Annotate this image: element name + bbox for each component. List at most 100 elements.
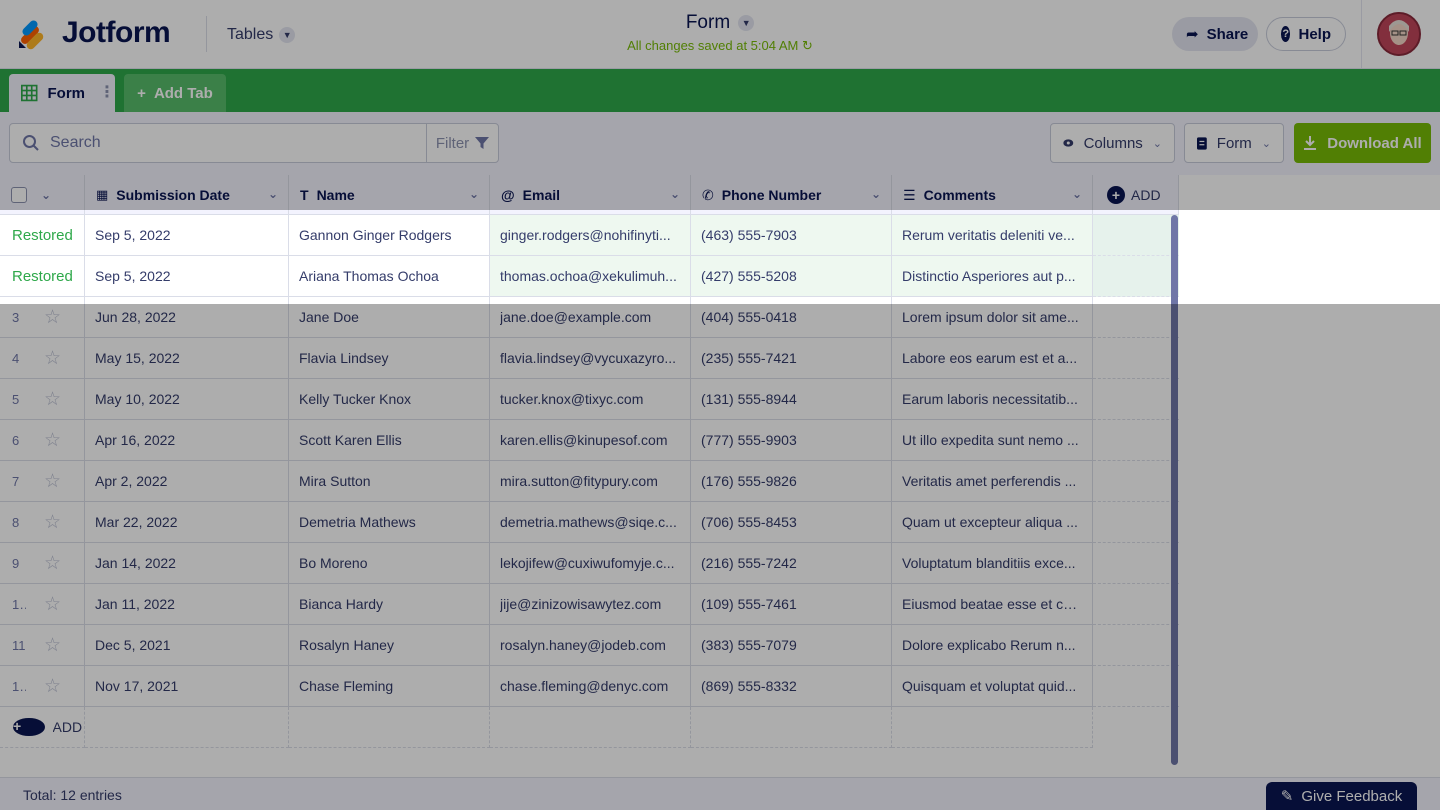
star-icon[interactable]: ☆ xyxy=(44,511,61,534)
column-header-phone[interactable]: ✆ Phone Number ⌄ xyxy=(691,175,892,215)
tab-options-icon[interactable]: ⋮ xyxy=(99,85,115,101)
star-icon[interactable]: ☆ xyxy=(44,634,61,657)
cell-submission-date[interactable]: Sep 5, 2022 xyxy=(85,215,289,256)
form-button[interactable]: Form ⌄ xyxy=(1184,123,1284,163)
cell-name[interactable]: Jane Doe xyxy=(289,297,490,338)
table-row[interactable]: 6 ☆ Apr 16, 2022 Scott Karen Ellis karen.ell… xyxy=(0,420,1179,461)
cell-comments[interactable]: Quisquam et voluptat quid... xyxy=(892,666,1093,707)
star-icon[interactable]: ☆ xyxy=(44,306,61,329)
cell-name[interactable]: Scott Karen Ellis xyxy=(289,420,490,461)
cell-comments[interactable]: Distinctio Asperiores aut p... xyxy=(892,256,1093,297)
cell-phone[interactable]: (176) 555-9826 xyxy=(691,461,892,502)
cell-email[interactable]: rosalyn.haney@jodeb.com xyxy=(490,625,691,666)
table-row[interactable]: 10 ☆ Jan 11, 2022 Bianca Hardy jije@zinizowi… xyxy=(0,584,1179,625)
add-column-button[interactable]: + ADD xyxy=(1093,175,1179,215)
cell-submission-date[interactable]: Sep 5, 2022 xyxy=(85,256,289,297)
download-all-button[interactable]: Download All xyxy=(1294,123,1431,163)
cell-name[interactable]: Bo Moreno xyxy=(289,543,490,584)
cell-phone[interactable]: (109) 555-7461 xyxy=(691,584,892,625)
give-feedback-button[interactable]: ✎ Give Feedback xyxy=(1266,782,1417,810)
table-row[interactable]: 7 ☆ Apr 2, 2022 Mira Sutton mira.sutton@fity… xyxy=(0,461,1179,502)
column-header-comments[interactable]: ☰ Comments ⌄ xyxy=(892,175,1093,215)
cell-comments[interactable]: Earum laboris necessitatib... xyxy=(892,379,1093,420)
cell-name[interactable]: Mira Sutton xyxy=(289,461,490,502)
add-tab-button[interactable]: + Add Tab xyxy=(124,74,226,112)
cell-email[interactable]: demetria.mathews@siqe.c... xyxy=(490,502,691,543)
document-title[interactable]: Form ▼ xyxy=(686,12,755,34)
cell-submission-date[interactable]: Dec 5, 2021 xyxy=(85,625,289,666)
columns-button[interactable]: Columns ⌄ xyxy=(1050,123,1175,163)
table-row[interactable]: 8 ☆ Mar 22, 2022 Demetria Mathews demetria.m… xyxy=(0,502,1179,543)
cell-comments[interactable]: Labore eos earum est et a... xyxy=(892,338,1093,379)
chevron-down-icon[interactable]: ⌄ xyxy=(1072,187,1082,201)
row-index-cell[interactable]: Restored xyxy=(0,215,85,256)
cell-phone[interactable]: (216) 555-7242 xyxy=(691,543,892,584)
cell-submission-date[interactable]: Jan 14, 2022 xyxy=(85,543,289,584)
select-all-checkbox[interactable] xyxy=(11,187,27,203)
jotform-logo-icon[interactable] xyxy=(17,18,49,50)
cell-submission-date[interactable]: Mar 22, 2022 xyxy=(85,502,289,543)
row-index-cell[interactable]: 5 ☆ xyxy=(0,379,85,420)
cell-email[interactable]: thomas.ochoa@xekulimuh... xyxy=(490,256,691,297)
cell-email[interactable]: mira.sutton@fitypury.com xyxy=(490,461,691,502)
cell-submission-date[interactable]: May 10, 2022 xyxy=(85,379,289,420)
table-row[interactable]: 12 ☆ Nov 17, 2021 Chase Fleming chase.flemin… xyxy=(0,666,1179,707)
row-index-cell[interactable]: Restored xyxy=(0,256,85,297)
cell-submission-date[interactable]: Apr 2, 2022 xyxy=(85,461,289,502)
cell-submission-date[interactable]: Jun 28, 2022 xyxy=(85,297,289,338)
cell-name[interactable]: Ariana Thomas Ochoa xyxy=(289,256,490,297)
cell-phone[interactable]: (131) 555-8944 xyxy=(691,379,892,420)
cell-comments[interactable]: Ut illo expedita sunt nemo ... xyxy=(892,420,1093,461)
column-header-name[interactable]: T Name ⌄ xyxy=(289,175,490,215)
cell-phone[interactable]: (777) 555-9903 xyxy=(691,420,892,461)
chevron-down-icon[interactable]: ⌄ xyxy=(670,187,680,201)
cell-comments[interactable]: Dolore explicabo Rerum n... xyxy=(892,625,1093,666)
cell-phone[interactable]: (235) 555-7421 xyxy=(691,338,892,379)
row-index-cell[interactable]: 7 ☆ xyxy=(0,461,85,502)
chevron-down-icon[interactable]: ⌄ xyxy=(469,187,479,201)
star-icon[interactable]: ☆ xyxy=(44,388,61,411)
search-input[interactable] xyxy=(50,134,390,152)
star-icon[interactable]: ☆ xyxy=(44,552,61,575)
star-icon[interactable]: ☆ xyxy=(44,429,61,452)
cell-email[interactable]: chase.fleming@denyc.com xyxy=(490,666,691,707)
cell-email[interactable]: flavia.lindsey@vycuxazyro... xyxy=(490,338,691,379)
cell-email[interactable]: ginger.rodgers@nohifinyti... xyxy=(490,215,691,256)
row-index-cell[interactable]: 6 ☆ xyxy=(0,420,85,461)
row-index-cell[interactable]: 10 ☆ xyxy=(0,584,85,625)
cell-name[interactable]: Flavia Lindsey xyxy=(289,338,490,379)
star-icon[interactable]: ☆ xyxy=(44,675,61,698)
vertical-scrollbar[interactable] xyxy=(1171,215,1178,765)
cell-submission-date[interactable]: Jan 11, 2022 xyxy=(85,584,289,625)
cell-comments[interactable]: Voluptatum blanditiis exce... xyxy=(892,543,1093,584)
cell-submission-date[interactable]: May 15, 2022 xyxy=(85,338,289,379)
filter-button[interactable]: Filter xyxy=(426,123,499,163)
cell-comments[interactable]: Quam ut excepteur aliqua ... xyxy=(892,502,1093,543)
chevron-down-icon[interactable]: ⌄ xyxy=(268,187,278,201)
row-index-cell[interactable]: 8 ☆ xyxy=(0,502,85,543)
cell-email[interactable]: jije@zinizowisawytez.com xyxy=(490,584,691,625)
share-button[interactable]: ➦ Share xyxy=(1172,17,1258,51)
column-header-email[interactable]: @ Email ⌄ xyxy=(490,175,691,215)
cell-name[interactable]: Kelly Tucker Knox xyxy=(289,379,490,420)
help-button[interactable]: ? Help xyxy=(1266,17,1346,51)
row-index-cell[interactable]: 9 ☆ xyxy=(0,543,85,584)
logo-text[interactable]: Jotform xyxy=(62,16,171,50)
column-header-date[interactable]: ▦ Submission Date ⌄ xyxy=(85,175,289,215)
cell-email[interactable]: lekojifew@cuxiwufomyje.c... xyxy=(490,543,691,584)
tab-form[interactable]: Form ⋮ xyxy=(9,74,115,112)
table-row[interactable]: Restored Sep 5, 2022 Gannon Ginger Rodgers… xyxy=(0,215,1179,256)
cell-email[interactable]: jane.doe@example.com xyxy=(490,297,691,338)
star-icon[interactable]: ☆ xyxy=(44,347,61,370)
cell-name[interactable]: Gannon Ginger Rodgers xyxy=(289,215,490,256)
row-index-cell[interactable]: 12 ☆ xyxy=(0,666,85,707)
row-index-cell[interactable]: 11 ☆ xyxy=(0,625,85,666)
table-row[interactable]: 3 ☆ Jun 28, 2022 Jane Doe jane.doe@example.c… xyxy=(0,297,1179,338)
cell-comments[interactable]: Veritatis amet perferendis ... xyxy=(892,461,1093,502)
user-avatar[interactable] xyxy=(1377,12,1421,56)
cell-name[interactable]: Bianca Hardy xyxy=(289,584,490,625)
cell-name[interactable]: Demetria Mathews xyxy=(289,502,490,543)
cell-phone[interactable]: (427) 555-5208 xyxy=(691,256,892,297)
table-row[interactable]: 5 ☆ May 10, 2022 Kelly Tucker Knox tucker.kn… xyxy=(0,379,1179,420)
tables-menu[interactable]: Tables ▼ xyxy=(227,24,296,46)
